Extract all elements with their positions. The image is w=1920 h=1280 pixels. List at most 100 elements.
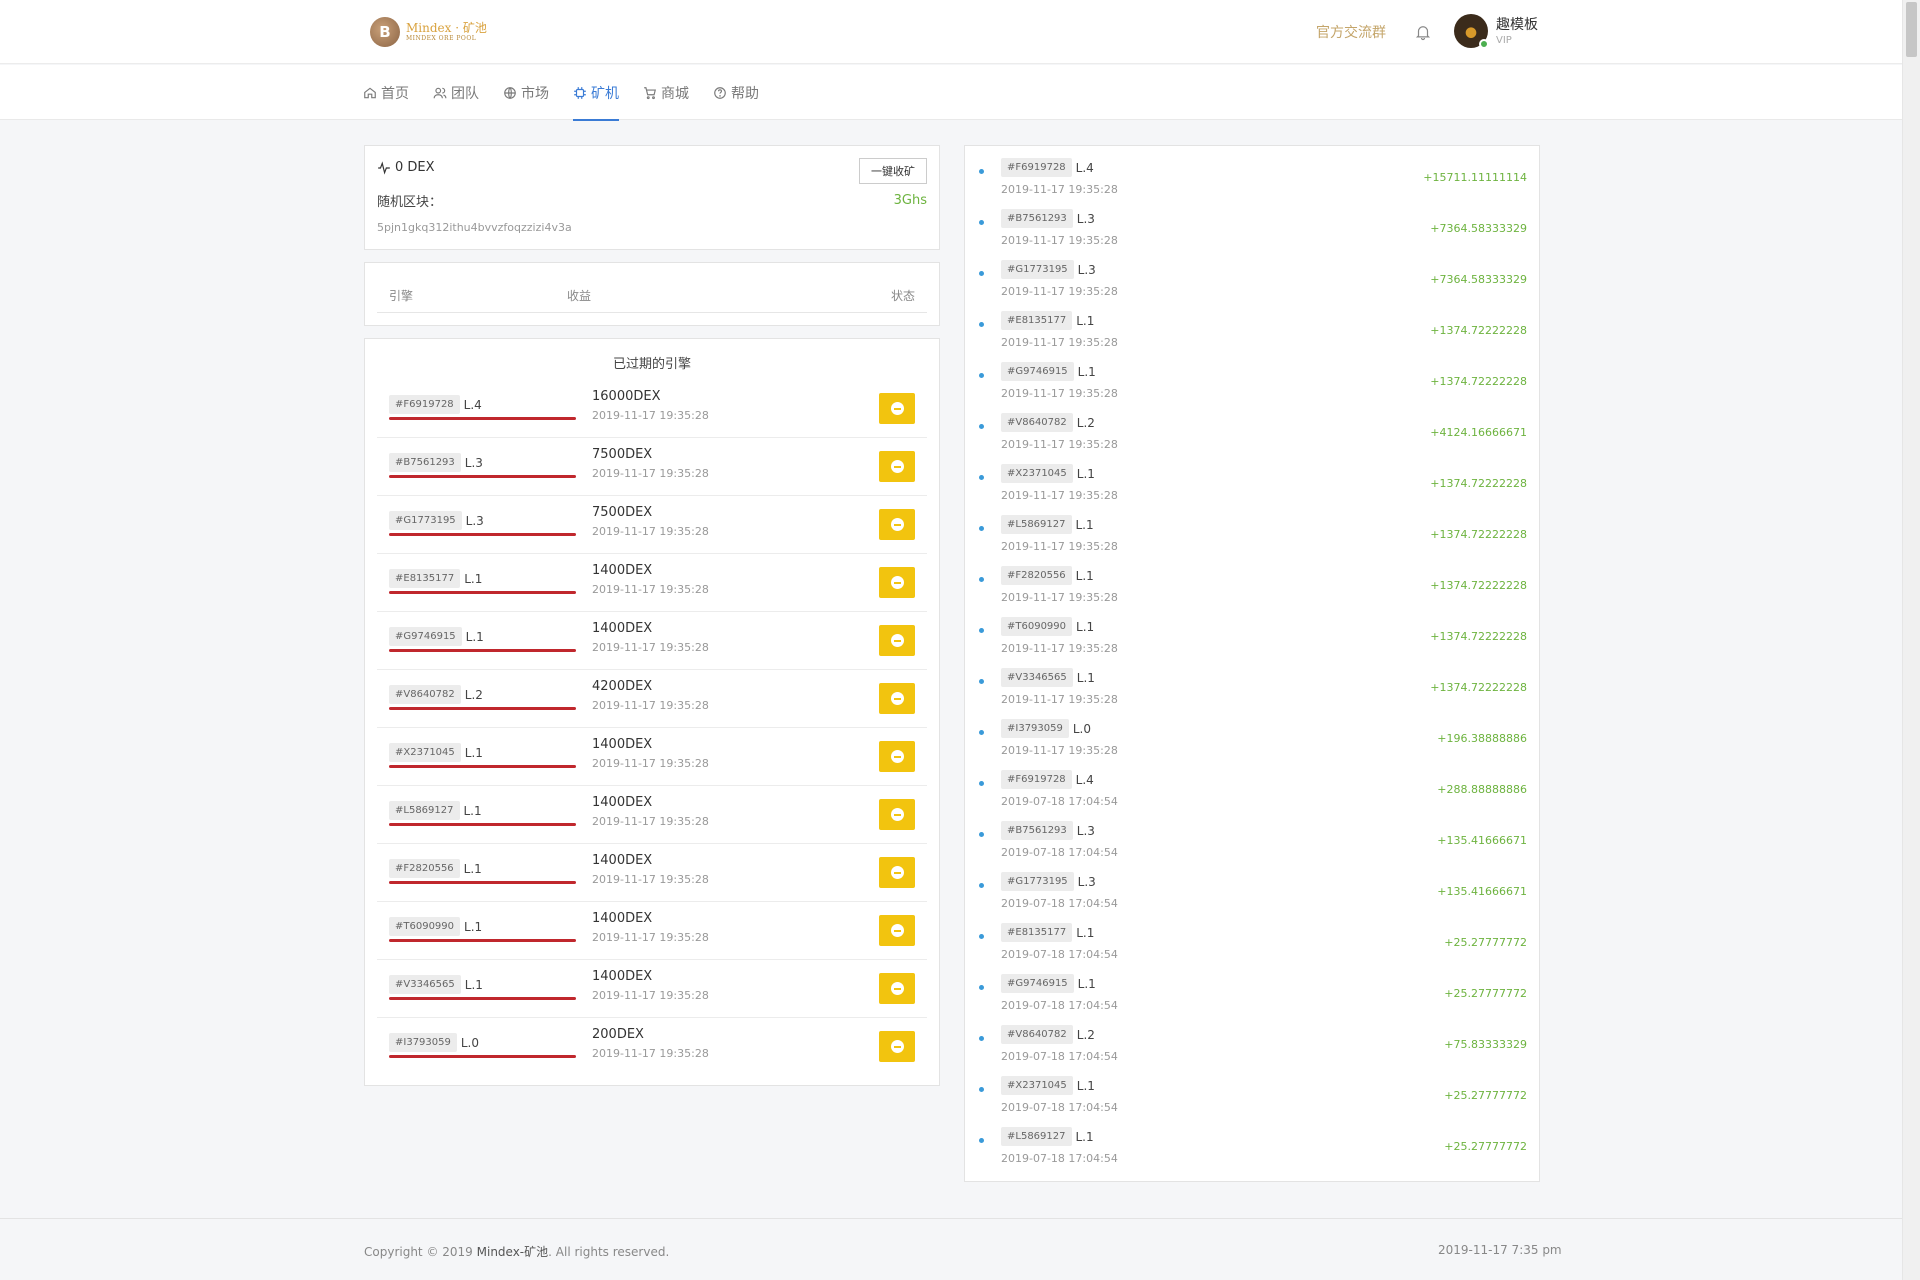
engine-level: L.3 xyxy=(1077,874,1096,889)
table-row: #B7561293 L.3 7500DEX 2019-11-17 19:35:28 xyxy=(377,438,927,496)
engine-id-tag: #I3793059 xyxy=(389,1033,457,1052)
remove-engine-button[interactable] xyxy=(879,1031,915,1062)
engine-level: L.1 xyxy=(464,571,483,586)
nav-help[interactable]: 帮助 xyxy=(713,65,759,120)
nav-team[interactable]: 团队 xyxy=(433,65,479,120)
logo-subtext: MINDEX ORE POOL xyxy=(406,35,477,42)
copyright-prefix: Copyright © 2019 xyxy=(364,1245,477,1259)
collect-all-button[interactable]: 一键收矿 xyxy=(859,158,927,184)
engine-id-group: #L5869127 L.1 xyxy=(1001,515,1094,534)
remove-engine-button[interactable] xyxy=(879,567,915,598)
engine-level: L.1 xyxy=(464,745,483,760)
timeline-dot-icon xyxy=(979,373,984,378)
remove-engine-button[interactable] xyxy=(879,393,915,424)
feed-date: 2019-07-18 17:04:54 xyxy=(1001,1050,1118,1063)
minus-circle-icon xyxy=(890,460,904,473)
timeline-dot-icon xyxy=(979,1087,984,1092)
engine-id-tag: #L5869127 xyxy=(389,801,460,820)
remove-engine-button[interactable] xyxy=(879,683,915,714)
timeline-dot-icon xyxy=(979,169,984,174)
nav-market[interactable]: 市场 xyxy=(503,65,549,120)
logo[interactable]: B Mindex · 矿池 MINDEX ORE POOL xyxy=(370,17,487,47)
timeline-dot-icon xyxy=(979,526,984,531)
engine-id-tag: #V8640782 xyxy=(1001,413,1073,432)
remove-engine-button[interactable] xyxy=(879,451,915,482)
feed-date: 2019-11-17 19:35:28 xyxy=(1001,336,1118,349)
engine-id-tag: #G9746915 xyxy=(1001,362,1074,381)
list-item: #F6919728 L.4 2019-11-17 19:35:28 +15711.11… xyxy=(973,158,1527,209)
feed-gain: +4124.16666671 xyxy=(1430,426,1527,439)
engine-id-group: #E8135177 L.1 xyxy=(389,569,482,588)
engine-id-group: #I3793059 L.0 xyxy=(389,1033,479,1052)
engine-id-group: #G9746915 L.1 xyxy=(1001,362,1096,381)
earnings-feed-list: #F6919728 L.4 2019-11-17 19:35:28 +15711.11… xyxy=(973,158,1527,1178)
engine-id-group: #X2371045 L.1 xyxy=(1001,1076,1095,1095)
logo-coin-icon: B xyxy=(370,17,400,47)
engine-id-group: #G1773195 L.3 xyxy=(1001,260,1096,279)
engine-level: L.1 xyxy=(1076,466,1095,481)
engine-date: 2019-11-17 19:35:28 xyxy=(592,757,709,770)
engine-level: L.0 xyxy=(460,1035,480,1050)
table-row: #X2371045 L.1 1400DEX 2019-11-17 19:35:28 xyxy=(377,728,927,786)
table-row: #I3793059 L.0 200DEX 2019-11-17 19:35:28 xyxy=(377,1018,927,1076)
engine-id-group: #V8640782 L.2 xyxy=(1001,413,1095,432)
engine-id-group: #B7561293 L.3 xyxy=(1001,821,1095,840)
timeline-dot-icon xyxy=(979,1036,984,1041)
timeline-dot-icon xyxy=(979,985,984,990)
engine-id-tag: #G1773195 xyxy=(1001,260,1074,279)
engine-level: L.1 xyxy=(1075,1129,1094,1144)
engine-level: L.1 xyxy=(464,977,483,992)
timeline-dot-icon xyxy=(979,832,984,837)
nav-shop[interactable]: 商城 xyxy=(643,65,689,120)
top-header: B Mindex · 矿池 MINDEX ORE POOL 官方交流群 趣模板 … xyxy=(0,0,1902,64)
remove-engine-button[interactable] xyxy=(879,973,915,1004)
remove-engine-button[interactable] xyxy=(879,625,915,656)
remove-engine-button[interactable] xyxy=(879,741,915,772)
remove-engine-button[interactable] xyxy=(879,509,915,540)
nav-miner[interactable]: 矿机 xyxy=(573,65,619,121)
copyright-suffix: . All rights reserved. xyxy=(548,1245,670,1259)
remove-engine-button[interactable] xyxy=(879,857,915,888)
engine-amount: 1400DEX xyxy=(592,621,653,636)
scrollbar-thumb[interactable] xyxy=(1906,2,1917,57)
engine-id-tag: #I3793059 xyxy=(1001,719,1069,738)
engine-progress-bar xyxy=(389,591,576,594)
feed-gain: +1374.72222228 xyxy=(1430,477,1527,490)
engine-id-tag: #F2820556 xyxy=(1001,566,1072,585)
feed-date: 2019-11-17 19:35:28 xyxy=(1001,489,1118,502)
feed-gain: +135.41666671 xyxy=(1437,885,1527,898)
engine-progress-bar xyxy=(389,939,576,942)
feed-date: 2019-11-17 19:35:28 xyxy=(1001,591,1118,604)
list-item: #G1773195 L.3 2019-11-17 19:35:28 +7364.583… xyxy=(973,260,1527,311)
engine-amount: 200DEX xyxy=(592,1027,644,1042)
expired-engines-card: 已过期的引擎 #F6919728 L.4 16000DEX 2019-11-17 19… xyxy=(364,338,940,1086)
remove-engine-button[interactable] xyxy=(879,799,915,830)
feed-date: 2019-11-17 19:35:28 xyxy=(1001,540,1118,553)
engine-progress-bar xyxy=(389,417,576,420)
engine-id-group: #T6090990 L.1 xyxy=(389,917,482,936)
remove-engine-button[interactable] xyxy=(879,915,915,946)
user-menu[interactable]: 趣模板 VIP xyxy=(1454,14,1538,49)
timeline-dot-icon xyxy=(979,883,984,888)
engine-date: 2019-11-17 19:35:28 xyxy=(592,583,709,596)
column-header-income: 收益 xyxy=(567,289,592,303)
feed-date: 2019-11-17 19:35:28 xyxy=(1001,387,1118,400)
vertical-scrollbar[interactable] xyxy=(1902,0,1920,1280)
engine-id-group: #X2371045 L.1 xyxy=(1001,464,1095,483)
page: B Mindex · 矿池 MINDEX ORE POOL 官方交流群 趣模板 … xyxy=(0,0,1902,1280)
engine-progress-bar xyxy=(389,1055,576,1058)
engine-id-tag: #F6919728 xyxy=(389,395,460,414)
engine-level: L.2 xyxy=(1076,415,1095,430)
avatar[interactable] xyxy=(1454,14,1489,49)
timeline-dot-icon xyxy=(979,1138,984,1143)
timeline-dot-icon xyxy=(979,577,984,582)
footer-brand[interactable]: Mindex-矿池 xyxy=(477,1245,549,1259)
engine-id-tag: #F6919728 xyxy=(1001,158,1072,177)
expired-engines-title: 已过期的引擎 xyxy=(612,357,691,372)
community-link[interactable]: 官方交流群 xyxy=(1316,22,1386,42)
engine-table-header-card: 引擎 收益 状态 xyxy=(364,262,940,326)
bell-icon[interactable] xyxy=(1414,22,1432,42)
engine-level: L.3 xyxy=(465,513,484,528)
globe-icon xyxy=(504,86,516,99)
nav-home[interactable]: 首页 xyxy=(363,65,409,120)
